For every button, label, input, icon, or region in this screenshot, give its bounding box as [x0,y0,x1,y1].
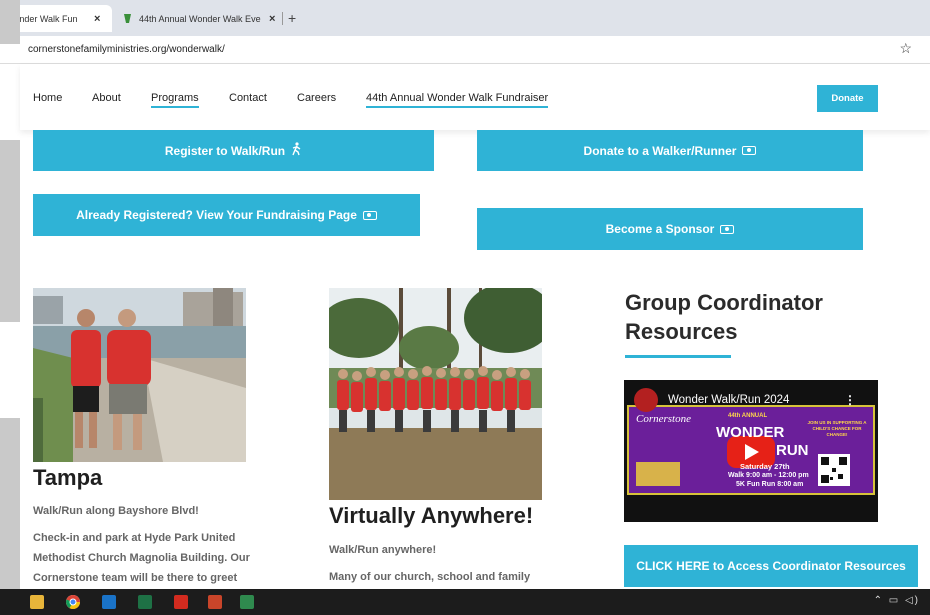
money-icon [742,146,757,155]
virtual-title: Virtually Anywhere! [329,503,534,528]
group-photo [329,288,542,500]
close-icon[interactable]: × [94,13,100,25]
tab-separator [282,12,283,25]
sponsor-label: Become a Sponsor [605,222,715,236]
tampa-subtitle: Walk/Run along Bayshore Blvd! [33,505,199,517]
address-bar[interactable]: cornerstonefamilyministries.org/wonderwa… [0,36,930,64]
desktop-edge [0,0,20,44]
video-run-time: 5K Fun Run 8:00 am [736,481,804,488]
donate-walker-label: Donate to a Walker/Runner [583,143,737,158]
video-title: Wonder Walk/Run 2024 [668,394,790,406]
browser-tab[interactable]: 44th Annual Wonder Walk Even × [116,5,282,32]
coordinator-title: Group Coordinator Resources [625,290,823,344]
become-sponsor-button[interactable]: Become a Sponsor [477,208,863,250]
file-explorer-icon[interactable] [30,595,44,609]
os-taskbar: ⌃ ▭ ◁) [0,589,930,615]
tampa-body: Check-in and park at Hyde Park United Me… [33,532,250,584]
site-navigation: Home About Programs Contact Careers 44th… [20,64,930,130]
chrome-icon[interactable] [66,595,80,609]
tampa-title: Tampa [33,465,103,490]
browser-tab-bar: Wonder Walk Fun × 44th Annual Wonder Wal… [0,0,930,36]
video-brand: Cornerstone [636,413,691,425]
nav-programs[interactable]: Programs [151,92,199,108]
tab-title: 44th Annual Wonder Walk Even [139,13,261,24]
virtual-body: Many of our church, school and family [329,571,531,583]
nav-wonder-walk[interactable]: 44th Annual Wonder Walk Fundraiser [366,92,549,108]
video-date: Saturday 27th [740,462,790,471]
project-icon[interactable] [240,595,254,609]
bookmark-star-icon[interactable]: ☆ [899,40,912,57]
coordinator-underline [625,355,731,358]
desktop-edge [0,418,20,589]
tampa-photo [33,288,246,462]
url-text[interactable]: cornerstonefamilyministries.org/wonderwa… [28,44,225,55]
nav-home[interactable]: Home [33,92,62,104]
outlook-icon[interactable] [102,595,116,609]
video-annual: 44th ANNUAL [728,413,768,419]
excel-icon[interactable] [138,595,152,609]
view-fundraising-label: Already Registered? View Your Fundraisin… [76,208,357,222]
coordinator-resources-button[interactable]: CLICK HERE to Access Coordinator Resourc… [624,545,918,587]
screen: Wonder Walk Fun × 44th Annual Wonder Wal… [0,0,930,615]
donate-walker-button[interactable]: Donate to a Walker/Runner [477,130,863,171]
nav-about[interactable]: About [92,92,121,104]
system-tray-icons[interactable]: ⌃ ▭ ◁) [874,595,920,606]
money-icon [362,210,377,220]
more-options-icon[interactable]: ⋮ [844,393,856,407]
favicon-icon [122,13,133,24]
video-join-text: JOIN US IN SUPPORTING A CHILD'S CHANCE F… [807,420,867,437]
acrobat-icon[interactable] [174,595,188,609]
nav-contact[interactable]: Contact [229,92,267,104]
money-icon [720,224,735,234]
walking-person-icon [291,142,302,159]
powerpoint-icon[interactable] [208,595,222,609]
video-headline: WONDER [716,424,785,441]
nav-careers[interactable]: Careers [297,92,336,104]
register-button[interactable]: Register to Walk/Run [33,130,434,171]
donate-button[interactable]: Donate [817,85,878,112]
video-walk-time: Walk 9:00 am - 12:00 pm [728,472,809,479]
youtube-video-embed[interactable]: Wonder Walk/Run 2024 ⋮ Cornerstone 44th … [624,380,878,522]
new-tab-button[interactable]: + [288,10,296,26]
video-headline: RUN [776,442,809,459]
virtual-subtitle: Walk/Run anywhere! [329,544,437,556]
view-fundraising-page-button[interactable]: Already Registered? View Your Fundraisin… [33,194,420,236]
desktop-edge [0,140,20,322]
close-icon[interactable]: × [269,13,275,25]
register-label: Register to Walk/Run [164,143,286,158]
